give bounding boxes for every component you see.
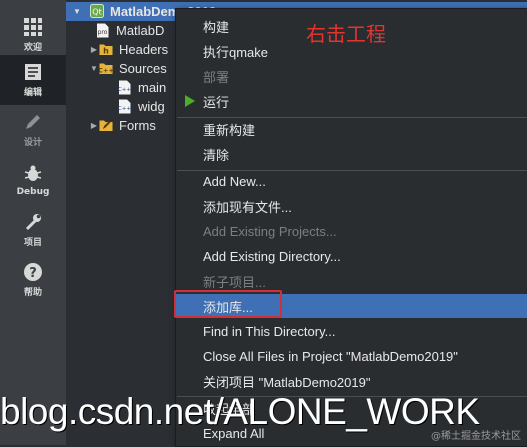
menu-item-rebuild[interactable]: 重新构建 [176,117,527,141]
svg-text:C++: C++ [118,106,131,112]
menu-item-close-project[interactable]: 关闭项目 "MatlabDemo2019" [176,369,527,393]
watermark-small: @稀土掘金技术社区 [431,431,521,442]
folder-header-icon: h [99,42,113,57]
tree-item-widget[interactable]: C++ widg [118,97,165,116]
mode-projects[interactable]: 项目 [0,205,66,255]
menu-item-add-existing-files[interactable]: 添加现有文件... [176,194,527,218]
tree-item-label: MatlabD [116,23,165,38]
menu-item-label: 清除 [203,147,230,163]
qt-project-icon: Qt [90,4,104,19]
menu-item-add-existing-directory[interactable]: Add Existing Directory... [176,244,527,268]
folder-forms-icon [99,118,113,133]
tree-item-headers[interactable]: ▶ h Headers [89,40,168,59]
chevron-right-icon[interactable]: ▶ [89,45,99,54]
menu-item-label: Find in This Directory... [203,323,336,339]
tree-item-label: Headers [119,42,169,57]
menu-item-add-new[interactable]: Add New... [176,169,527,193]
mode-help[interactable]: ? 帮助 [0,255,66,305]
svg-text:C++: C++ [99,67,113,75]
run-icon [185,95,195,107]
menu-item-find-in-directory[interactable]: Find in This Directory... [176,319,527,343]
menu-item-run[interactable]: 运行 [176,89,527,113]
menu-item-close-all-files[interactable]: Close All Files in Project "MatlabDemo20… [176,344,527,368]
svg-text:h: h [103,47,109,56]
grid-icon [24,18,42,36]
menu-item-label: 添加现有文件... [203,199,292,215]
chevron-right-icon[interactable]: ▶ [89,121,99,130]
annotation-highlight-box [174,290,282,318]
menu-item-deploy: 部署 [176,64,527,88]
tree-item-label: Forms [119,118,156,133]
mode-edit[interactable]: 编辑 [0,55,66,105]
svg-text:pro: pro [98,29,108,36]
mode-welcome-label: 欢迎 [23,43,42,53]
menu-item-label: 重新构建 [203,122,256,138]
svg-text:C++: C++ [118,87,131,93]
context-menu: 构建 执行qmake 部署 运行 重新构建 清除 Add New... 添加现有… [175,8,527,447]
chevron-down-icon[interactable]: ▼ [89,64,99,73]
menu-item-clean[interactable]: 清除 [176,142,527,166]
menu-item-label: 构建 [203,19,230,35]
edit-document-icon [25,64,41,80]
tree-item-pro-file[interactable]: pro MatlabD [86,21,164,40]
mode-sidebar: 欢迎 编辑 设计 Debug 项目 ? 帮助 [0,0,66,445]
mode-projects-label: 项目 [23,238,42,248]
mode-debug[interactable]: Debug [0,155,66,205]
menu-item-label: Add Existing Projects... [203,223,337,239]
menu-item-label: 运行 [203,94,230,110]
help-icon: ? [24,263,42,281]
tree-item-sources[interactable]: ▼ C++ Sources [89,59,167,78]
menu-item-label: 部署 [203,69,230,85]
menu-item-label: Add Existing Directory... [203,248,341,264]
mode-design[interactable]: 设计 [0,105,66,155]
pencil-icon [26,115,40,129]
menu-item-label: Add New... [203,173,266,189]
cpp-file-icon: C++ [118,99,132,114]
folder-source-icon: C++ [98,61,114,76]
svg-text:?: ? [29,266,37,281]
mode-welcome[interactable]: 欢迎 [0,10,66,60]
svg-text:Qt: Qt [92,8,101,17]
mode-debug-label: Debug [16,186,50,197]
menu-item-label: 新子项目... [203,274,266,290]
menu-item-label: 执行qmake [203,44,269,60]
tree-item-label: Sources [119,61,167,76]
chevron-down-icon[interactable]: ▼ [72,7,82,16]
tree-item-forms[interactable]: ▶ Forms [89,116,156,135]
document-icon: pro [96,23,110,38]
menu-item-add-existing-projects: Add Existing Projects... [176,219,527,243]
wrench-icon [25,214,41,231]
tree-item-label: widg [138,99,165,114]
tree-item-main[interactable]: C++ main [118,78,166,97]
cpp-file-icon: C++ [118,80,132,95]
annotation-text: 右击工程 [306,22,386,46]
mode-design-label: 设计 [23,138,42,148]
tree-item-label: main [138,80,167,95]
bug-icon [24,165,42,181]
mode-help-label: 帮助 [23,288,42,298]
mode-edit-label: 编辑 [23,88,42,98]
menu-item-label: Close All Files in Project "MatlabDemo20… [203,348,458,364]
menu-item-label: 关闭项目 "MatlabDemo2019" [203,374,371,390]
watermark: blog.csdn.net/ALONE_WORK [0,391,480,432]
